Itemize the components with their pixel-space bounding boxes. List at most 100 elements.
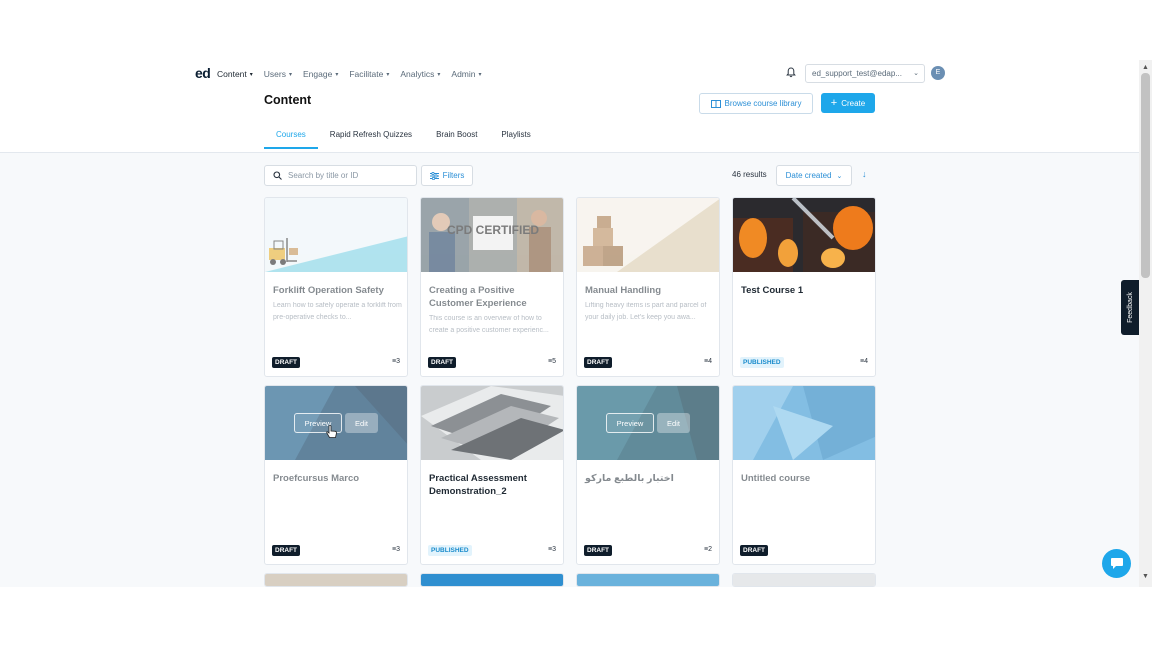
chevron-down-icon: ▾: [437, 71, 441, 78]
plus-icon: +: [830, 97, 838, 109]
menu-label: Analytics: [400, 69, 435, 79]
content-area: [0, 153, 1139, 587]
app-window: ed Content ▾ Users ▾ Engage ▾ Facilitate ▾ A…: [0, 60, 1152, 587]
filter-sliders-icon: [429, 171, 439, 180]
tab-courses[interactable]: Courses: [264, 130, 318, 149]
menu-analytics[interactable]: Analytics ▾: [400, 69, 440, 79]
avatar[interactable]: E: [931, 66, 945, 80]
search-input[interactable]: Search by title or ID: [264, 165, 417, 186]
preview-button[interactable]: Preview: [606, 413, 654, 433]
sort-select[interactable]: Date created ⌄: [776, 165, 852, 186]
course-title: Forklift Operation Safety: [273, 285, 384, 296]
lesson-count: ≡4: [704, 358, 712, 365]
menu-engage[interactable]: Engage ▾: [303, 69, 338, 79]
menu-users[interactable]: Users ▾: [264, 69, 292, 79]
status-badge: DRAFT: [272, 545, 301, 556]
edit-button[interactable]: Edit: [345, 413, 378, 433]
tab-rapid-refresh-quizzes[interactable]: Rapid Refresh Quizzes: [318, 130, 424, 149]
search-icon: [273, 171, 282, 180]
create-label: Create: [841, 98, 866, 108]
logo[interactable]: ed: [195, 65, 211, 81]
course-thumbnail: [265, 198, 407, 272]
filters-button[interactable]: Filters: [421, 165, 473, 186]
lesson-count: ≡3: [548, 546, 556, 553]
lesson-count: ≡2: [704, 546, 712, 553]
course-description: Lifting heavy items is part and parcel o…: [585, 302, 707, 321]
browse-course-library-button[interactable]: Browse course library: [699, 93, 813, 114]
menu-content[interactable]: Content ▾: [217, 69, 253, 79]
course-card[interactable]: [576, 573, 720, 587]
course-thumbnail: [733, 386, 875, 460]
status-badge: PUBLISHED: [428, 545, 472, 556]
course-title: اختبار بالطبع ماركو: [585, 473, 674, 484]
course-title: Practical Assessment Demonstration_2: [429, 473, 527, 497]
menu-facilitate[interactable]: Facilitate ▾: [349, 69, 389, 79]
course-card[interactable]: Manual Handling Lifting heavy items is p…: [576, 197, 720, 377]
course-thumbnail: [577, 574, 719, 586]
lesson-count-value: 3: [552, 546, 556, 553]
lesson-count-value: 4: [864, 358, 868, 365]
menu-label: Facilitate: [349, 69, 384, 79]
course-card[interactable]: [732, 573, 876, 587]
course-thumbnail: [421, 574, 563, 586]
chevron-down-icon: ▾: [478, 71, 482, 78]
scrollbar[interactable]: ▲ ▼: [1139, 60, 1152, 587]
feedback-tab[interactable]: Feedback: [1121, 280, 1139, 335]
lesson-count: ≡5: [548, 358, 556, 365]
scrollbar-thumb[interactable]: [1141, 73, 1150, 278]
course-card[interactable]: Preview Edit Proefcursus Marco DRAFT ≡3: [264, 385, 408, 565]
hand-cursor-icon: [326, 425, 337, 438]
status-badge: DRAFT: [584, 357, 613, 368]
course-description: This course is an overview of how to cre…: [429, 315, 549, 334]
status-badge: DRAFT: [584, 545, 613, 556]
lesson-count: ≡3: [392, 546, 400, 553]
course-thumbnail: [265, 574, 407, 586]
chevron-down-icon: ▾: [386, 71, 390, 78]
tab-playlists[interactable]: Playlists: [489, 130, 542, 149]
course-card[interactable]: [264, 573, 408, 587]
course-card[interactable]: [420, 573, 564, 587]
course-title: Proefcursus Marco: [273, 473, 360, 484]
course-card[interactable]: Untitled course DRAFT: [732, 385, 876, 565]
lesson-count: ≡3: [392, 358, 400, 365]
sort-direction-arrow-icon[interactable]: ↓: [862, 169, 867, 179]
search-placeholder: Search by title or ID: [288, 171, 359, 180]
course-card[interactable]: CPD CERTIFIED Creating a Positive Custom…: [420, 197, 564, 377]
course-card[interactable]: Practical Assessment Demonstration_2 PUB…: [420, 385, 564, 565]
course-card[interactable]: Test Course 1 PUBLISHED ≡4: [732, 197, 876, 377]
scroll-down-icon[interactable]: ▼: [1142, 573, 1149, 580]
lesson-count-value: 3: [396, 358, 400, 365]
bell-icon[interactable]: [786, 67, 796, 78]
course-thumbnail: CPD CERTIFIED: [421, 198, 563, 272]
chevron-down-icon: ⌄: [913, 70, 919, 77]
account-select[interactable]: ed_support_test@edap... ⌄: [805, 64, 925, 83]
menu-admin[interactable]: Admin ▾: [451, 69, 481, 79]
lesson-count-value: 2: [708, 546, 712, 553]
course-thumbnail: [421, 386, 563, 460]
course-title: Creating a Positive Customer Experience: [429, 285, 527, 309]
tab-brain-boost[interactable]: Brain Boost: [424, 130, 489, 149]
chevron-down-icon: ▾: [335, 71, 339, 78]
course-card[interactable]: Preview Edit اختبار بالطبع ماركو DRAFT ≡…: [576, 385, 720, 565]
status-badge: DRAFT: [428, 357, 457, 368]
page-title: Content: [264, 93, 312, 107]
create-button[interactable]: + Create: [821, 93, 875, 113]
thumbnail-text: CPD CERTIFIED: [447, 223, 539, 237]
status-badge: DRAFT: [272, 357, 301, 368]
course-title: Test Course 1: [741, 285, 804, 296]
content-tabs: Courses Rapid Refresh Quizzes Brain Boos…: [264, 130, 543, 149]
top-nav: ed Content ▾ Users ▾ Engage ▾ Facilitate ▾ A…: [0, 60, 1139, 87]
main-menu: Content ▾ Users ▾ Engage ▾ Facilitate ▾ Anal…: [217, 69, 482, 79]
course-card[interactable]: Forklift Operation Safety Learn how to s…: [264, 197, 408, 377]
browse-label: Browse course library: [724, 99, 802, 108]
scroll-up-icon[interactable]: ▲: [1142, 64, 1149, 71]
feedback-label: Feedback: [1126, 292, 1134, 323]
filters-label: Filters: [442, 171, 465, 180]
course-thumbnail: [733, 198, 875, 272]
menu-label: Content: [217, 69, 247, 79]
course-title: Manual Handling: [585, 285, 661, 296]
chat-button[interactable]: [1102, 549, 1131, 578]
menu-label: Users: [263, 69, 286, 79]
edit-button[interactable]: Edit: [657, 413, 690, 433]
course-description: Learn how to safely operate a forklift f…: [273, 302, 402, 321]
